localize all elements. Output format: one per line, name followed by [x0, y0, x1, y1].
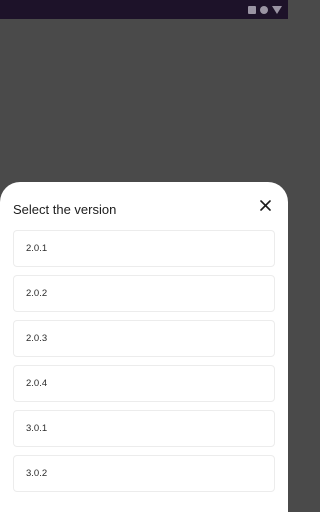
version-label: 2.0.3 — [26, 333, 48, 344]
close-button[interactable] — [256, 196, 274, 214]
version-option[interactable]: 2.0.1 — [13, 230, 275, 267]
status-bar — [0, 0, 288, 19]
version-option[interactable]: 2.0.3 — [13, 320, 275, 357]
version-label: 2.0.2 — [26, 288, 48, 299]
version-option[interactable]: 3.0.2 — [13, 455, 275, 492]
triangle-icon — [272, 5, 282, 14]
version-list: 2.0.1 2.0.2 2.0.3 2.0.4 3.0.1 3.0.2 — [13, 230, 275, 500]
version-label: 3.0.1 — [26, 423, 48, 434]
sheet-title: Select the version — [13, 202, 117, 217]
version-bottom-sheet: Select the version 2.0.1 2.0.2 2.0.3 2.0… — [0, 182, 288, 512]
close-icon — [259, 199, 271, 211]
version-label: 2.0.4 — [26, 378, 48, 389]
version-option[interactable]: 2.0.2 — [13, 275, 275, 312]
version-option[interactable]: 3.0.1 — [13, 410, 275, 447]
version-label: 3.0.2 — [26, 468, 48, 479]
circle-icon — [260, 5, 268, 14]
square-icon — [248, 5, 256, 14]
version-label: 2.0.1 — [26, 243, 48, 254]
version-option[interactable]: 2.0.4 — [13, 365, 275, 402]
